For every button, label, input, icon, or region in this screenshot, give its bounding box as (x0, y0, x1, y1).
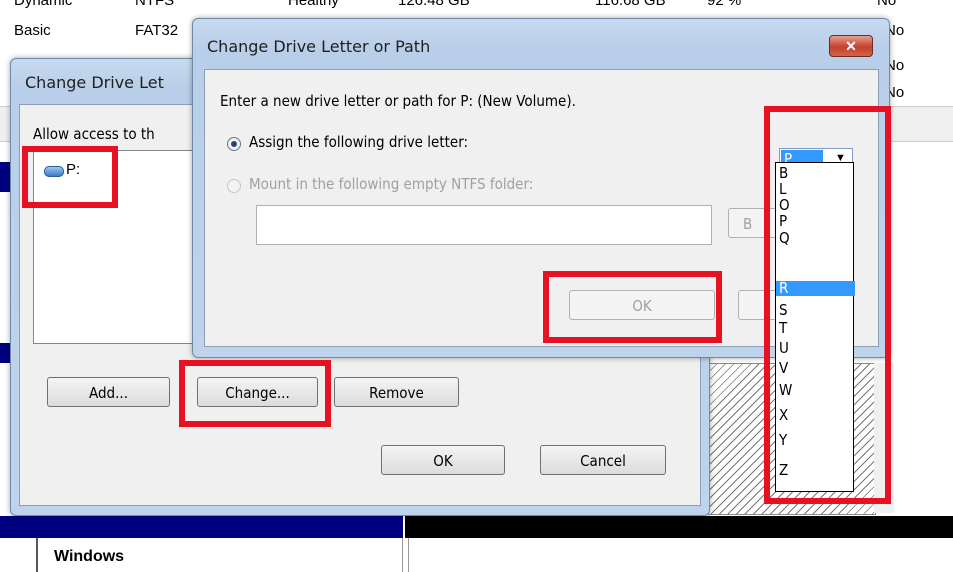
disk-partition-bar (0, 516, 403, 538)
allow-access-text: Allow access to th (33, 125, 155, 143)
type-cell: FAT32 (135, 22, 179, 39)
mount-folder-radio[interactable] (227, 179, 241, 193)
volume-row-1[interactable]: Dynamic NTFS Healthy 126.48 GB 116.68 GB… (0, 0, 953, 14)
remove-button[interactable]: Remove (334, 377, 459, 407)
disk-partition-cell[interactable]: Windows (36, 538, 403, 572)
assign-letter-radio[interactable] (227, 137, 241, 151)
annotation-box (764, 106, 891, 504)
dialog-title: Change Drive Let (25, 73, 164, 92)
ok-button[interactable]: OK (381, 445, 505, 475)
assign-letter-label[interactable]: Assign the following drive letter: (249, 133, 468, 151)
disk-partition-bar (405, 516, 953, 538)
status-cell: Healthy (288, 0, 339, 9)
disk-bar (0, 162, 10, 192)
disk-strip: Windows (0, 516, 953, 572)
annotation-box (179, 360, 331, 427)
type-cell: NTFS (135, 0, 175, 9)
cancel-button[interactable]: Cancel (540, 445, 666, 475)
layout-cell: Dynamic (14, 0, 73, 9)
free-cell: 116.68 GB (595, 0, 666, 9)
prompt-text: Enter a new drive letter or path for P: … (220, 92, 576, 110)
close-icon[interactable]: ✕ (829, 35, 873, 57)
layout-cell: Basic (14, 22, 51, 39)
capacity-cell: 126.48 GB (398, 0, 470, 9)
disk-partition-cell[interactable] (408, 538, 953, 572)
disk-label: Windows (54, 548, 125, 565)
dialog-title: Change Drive Letter or Path (207, 37, 431, 56)
mount-folder-label[interactable]: Mount in the following empty NTFS folder… (249, 175, 533, 193)
fault-cell: No (877, 0, 897, 9)
disk-bar (0, 343, 10, 363)
pct-cell: 92 % (707, 0, 742, 9)
annotation-box (543, 271, 722, 343)
add-button[interactable]: Add... (47, 377, 170, 407)
annotation-box (22, 146, 118, 208)
folder-path-input[interactable] (256, 205, 712, 245)
